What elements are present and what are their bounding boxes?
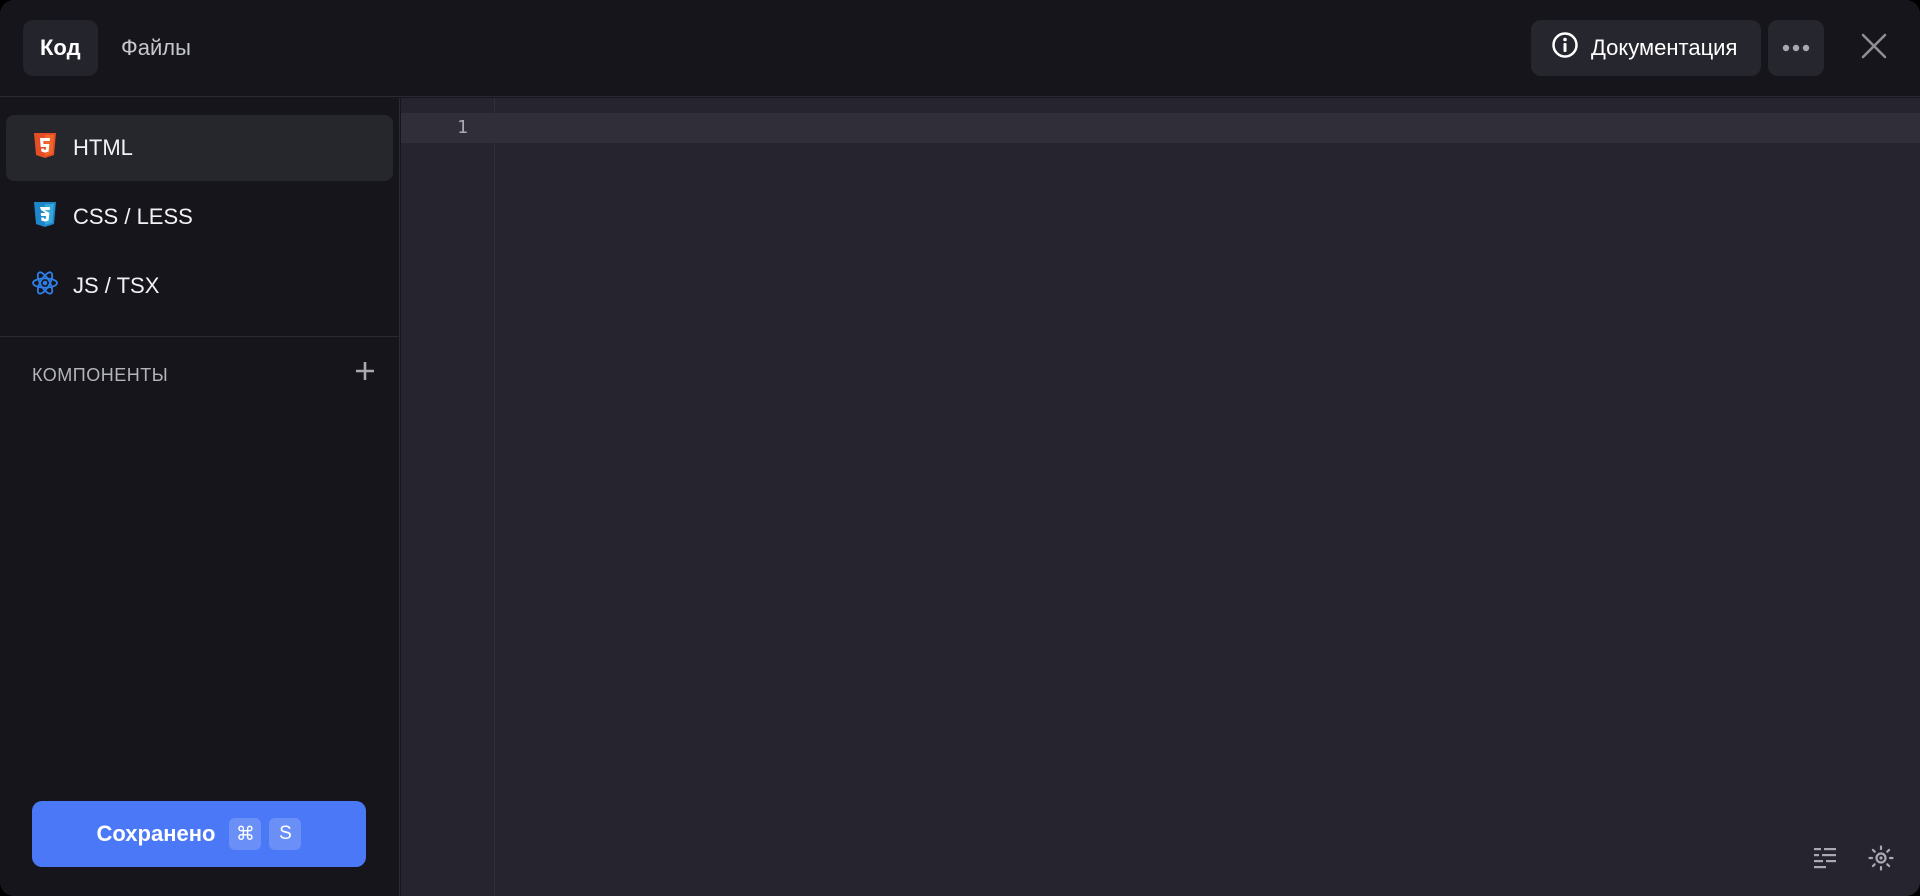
- tab-files-label: Файлы: [121, 35, 191, 60]
- sidebar-item-label: HTML: [73, 135, 133, 160]
- documentation-button[interactable]: Документация: [1531, 20, 1761, 76]
- sidebar-item-html[interactable]: HTML: [6, 115, 393, 181]
- line-number-gutter: [401, 98, 495, 896]
- tab-code[interactable]: Код: [23, 20, 98, 76]
- format-button[interactable]: [1810, 845, 1840, 875]
- shortcut-key: S: [269, 818, 302, 850]
- sidebar-item-css[interactable]: CSS / LESS: [6, 184, 393, 250]
- documentation-label: Документация: [1591, 35, 1738, 60]
- sidebar-item-js[interactable]: JS / TSX: [6, 253, 393, 319]
- tab-code-label: Код: [40, 35, 81, 60]
- shortcut-mod-key: ⌘: [229, 818, 262, 850]
- react-icon: [31, 269, 59, 303]
- plus-icon: [355, 361, 375, 386]
- more-icon: [1782, 39, 1810, 57]
- code-editor-window: Код Файлы Документация HTML CSS / LESS J…: [0, 0, 1920, 896]
- sidebar-item-label: CSS / LESS: [73, 204, 193, 229]
- html5-icon: [31, 131, 59, 165]
- css3-icon: [31, 200, 59, 234]
- header: Код Файлы Документация: [0, 0, 1920, 97]
- tab-files[interactable]: Файлы: [104, 20, 208, 76]
- save-button-label: Сохранено: [96, 821, 216, 846]
- sidebar-item-label: JS / TSX: [73, 273, 160, 298]
- components-section-title: КОМПОНЕНТЫ: [32, 365, 169, 385]
- save-button[interactable]: Сохранено ⌘ S: [32, 801, 366, 867]
- more-options-button[interactable]: [1768, 20, 1824, 76]
- add-component-button[interactable]: [352, 360, 378, 386]
- close-icon: [1861, 33, 1887, 64]
- theme-toggle-button[interactable]: [1866, 844, 1896, 876]
- format-lines-icon: [1812, 845, 1838, 876]
- code-line[interactable]: [496, 113, 1916, 143]
- sun-icon: [1868, 844, 1894, 876]
- sidebar-divider: [0, 336, 400, 337]
- close-button[interactable]: [1856, 30, 1892, 66]
- code-editor[interactable]: 1: [401, 98, 1920, 896]
- sidebar: HTML CSS / LESS JS / TSX КОМПОНЕНТЫ Сохр…: [0, 98, 400, 896]
- line-number: 1: [457, 117, 468, 138]
- info-icon: [1551, 31, 1579, 65]
